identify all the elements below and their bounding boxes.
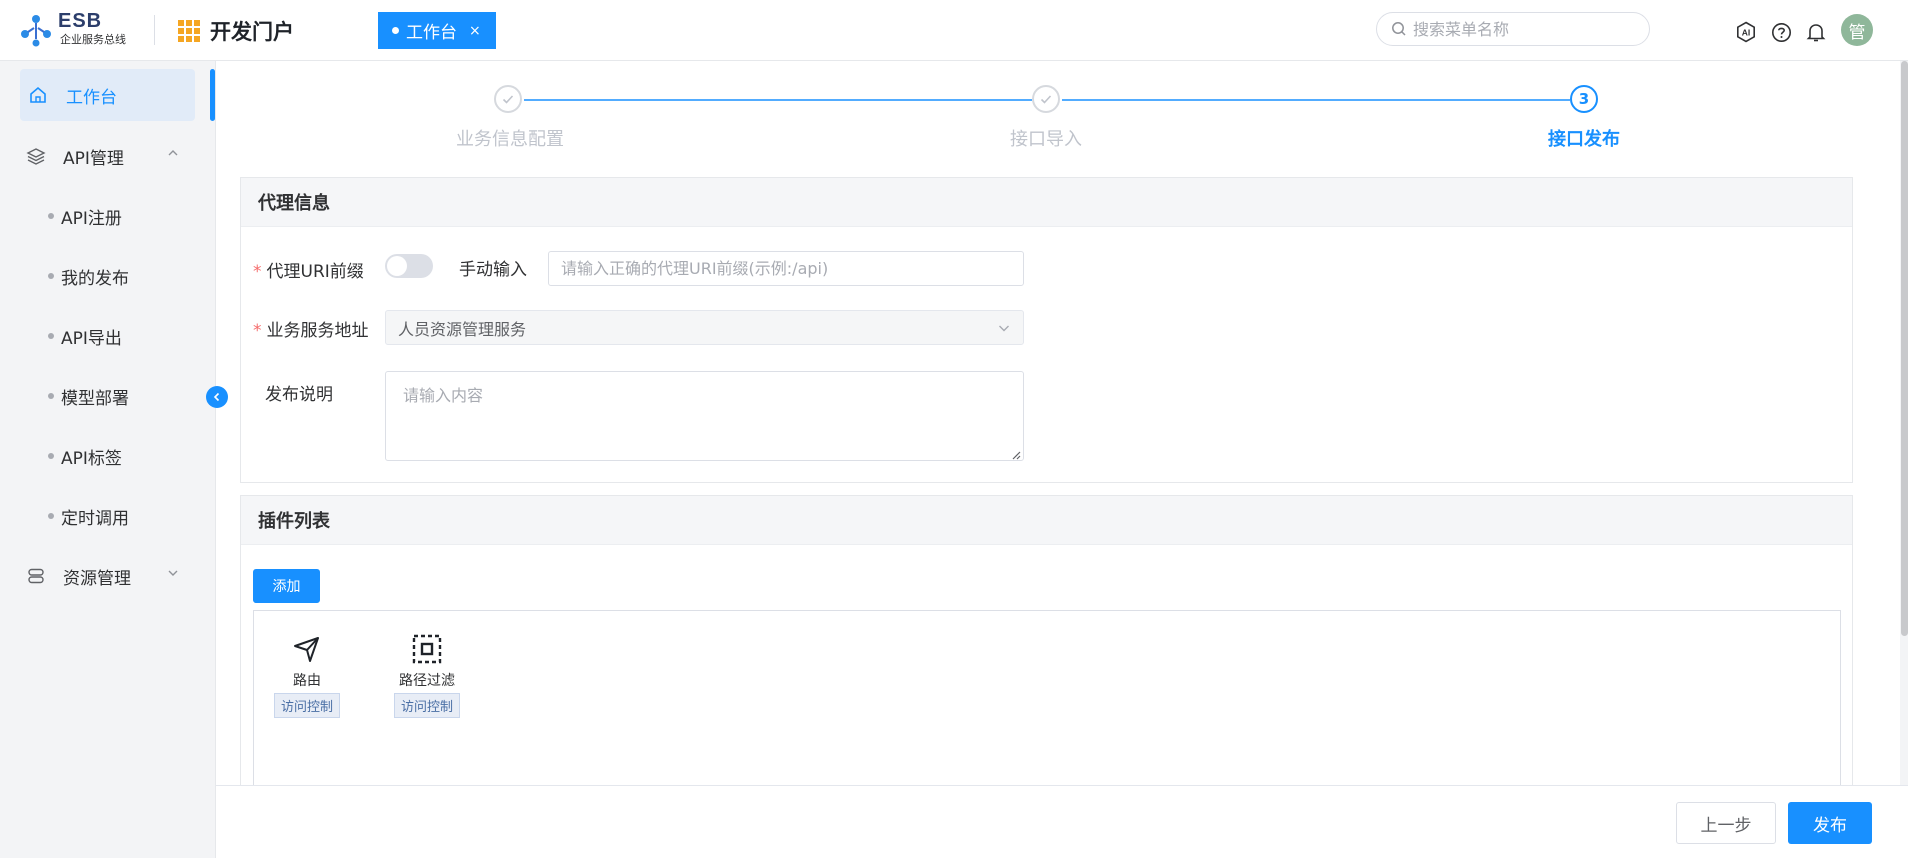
sidebar-group-resource-management[interactable]: 资源管理 [26,561,186,591]
plugin-path-filter[interactable]: 路径过滤 访问控制 [390,633,464,718]
plugin-name: 路径过滤 [399,673,455,689]
portal-brand: 开发门户 [178,17,294,45]
tab-close-icon[interactable]: × [469,23,481,39]
step-3-number: 3 [1570,85,1598,113]
home-icon [30,86,46,103]
step-3-label: 接口发布 [1548,129,1620,150]
panel-title: 代理信息 [241,178,1852,227]
logo-title: ESB [58,10,103,32]
header-actions: AI 管 [1734,14,1873,46]
tab-label: 工作台 [406,23,457,43]
bullet-dot [48,213,54,219]
sidebar-item-label: 定时调用 [61,508,129,529]
logo-subtitle: 企业服务总线 [60,33,126,46]
step-1-label: 业务信息配置 [456,129,564,150]
user-avatar[interactable]: 管 [1841,14,1873,46]
sidebar-item-api-tags[interactable]: API标签 [48,441,122,471]
help-icon[interactable] [1769,20,1793,44]
step-progress: 业务信息配置 接口导入 3 接口发布 [216,61,1900,171]
logo-mark-icon [21,15,51,47]
required-mark: * [253,262,262,282]
sidebar-item-api-export[interactable]: API导出 [48,321,122,351]
sidebar-item-label: 工作台 [66,87,117,108]
chevron-down-icon [168,570,178,576]
sidebar-item-label: 我的发布 [61,268,129,289]
bullet-dot [48,333,54,339]
menu-search [1376,12,1650,46]
sidebar-group-api-management[interactable]: API管理 [26,141,186,171]
chevron-down-icon [999,325,1009,332]
bullet-dot [48,453,54,459]
sidebar-item-api-register[interactable]: API注册 [48,201,122,231]
bullet-dot [48,393,54,399]
ai-icon[interactable]: AI [1734,20,1758,44]
step-connector [524,99,1032,101]
bullet-dot [48,513,54,519]
sidebar-item-model-deploy[interactable]: 模型部署 [48,381,129,411]
send-icon [294,637,319,662]
publish-desc-label: 发布说明 [265,385,333,405]
sidebar-group-label: API管理 [63,148,124,169]
manual-input-label: 手动输入 [459,260,527,280]
page-scrollbar[interactable] [1901,61,1908,636]
esb-logo[interactable]: ESB 企业服务总线 [18,10,158,50]
uri-prefix-input[interactable] [548,251,1024,286]
header-divider [154,15,155,45]
step-1-check-icon [494,85,522,113]
sidebar-item-label: 模型部署 [61,388,129,409]
plugin-tag: 访问控制 [273,693,340,718]
plugin-tag: 访问控制 [393,693,460,718]
sidebar-item-scheduled-call[interactable]: 定时调用 [48,501,129,531]
switch-knob [387,256,407,276]
layers-icon [26,148,46,165]
uri-prefix-label: * 代理URI前缀 [253,257,364,282]
sidebar-item-label: API标签 [61,448,122,469]
action-footer: 上一步 发布 [216,785,1908,858]
step-2-check-icon [1032,85,1060,113]
label-text: 业务服务地址 [266,321,369,341]
top-header: ESB 企业服务总线 开发门户 工作台 × AI 管 [0,0,1908,61]
plugin-list-panel: 插件列表 添加 路由 访问控制 路径过滤 访问控制 [240,495,1853,800]
plugin-route[interactable]: 路由 访问控制 [270,633,344,718]
step-2-label: 接口导入 [1010,129,1082,150]
bullet-dot [48,273,54,279]
label-text: 代理URI前缀 [266,262,364,282]
sidebar-item-label: API导出 [61,328,122,349]
portal-title: 开发门户 [210,20,294,44]
sidebar-collapse-button[interactable] [206,386,228,408]
bell-icon[interactable] [1804,20,1828,44]
service-address-select[interactable]: 人员资源管理服务 [385,310,1024,345]
publish-button[interactable]: 发布 [1788,802,1872,844]
required-mark: * [253,321,262,341]
sidebar-item-workbench[interactable]: 工作台 [20,69,195,121]
tab-dot-icon [392,27,399,34]
resize-grip-icon[interactable] [1011,450,1021,460]
panel-title: 插件列表 [241,496,1852,545]
sidebar-item-my-publish[interactable]: 我的发布 [48,261,129,291]
tab-workbench[interactable]: 工作台 × [378,12,496,49]
plugin-name: 路由 [293,673,321,689]
filter-box-icon [412,634,442,664]
manual-input-switch[interactable] [385,254,433,278]
proxy-info-panel: 代理信息 *代理URI前缀 手动输入 *业务服务地址 人员资源管理服务 发布说明 [240,177,1853,483]
service-address-label: * 业务服务地址 [253,316,369,341]
main-content: 业务信息配置 接口导入 3 接口发布 代理信息 *代理URI前缀 手动输入 *业… [216,61,1900,800]
step-connector [1062,99,1570,101]
search-icon [1392,22,1406,36]
publish-desc-textarea[interactable] [385,371,1024,461]
sidebar-item-label: API注册 [61,208,122,229]
select-value: 人员资源管理服务 [398,319,527,339]
server-icon [28,568,44,584]
plugin-area: 路由 访问控制 路径过滤 访问控制 [253,610,1841,800]
previous-step-button[interactable]: 上一步 [1676,802,1776,844]
svg-text:AI: AI [1742,28,1751,38]
app-grid-icon [178,20,200,42]
search-input[interactable] [1411,18,1631,40]
sidebar: 工作台 API管理 API注册 我的发布 API导出 模型部署 API标签 定时… [0,61,216,858]
add-plugin-button[interactable]: 添加 [253,569,320,603]
chevron-left-icon [213,392,220,402]
sidebar-group-label: 资源管理 [63,568,131,589]
sidebar-active-indicator [210,69,215,121]
chevron-up-icon [168,150,178,156]
